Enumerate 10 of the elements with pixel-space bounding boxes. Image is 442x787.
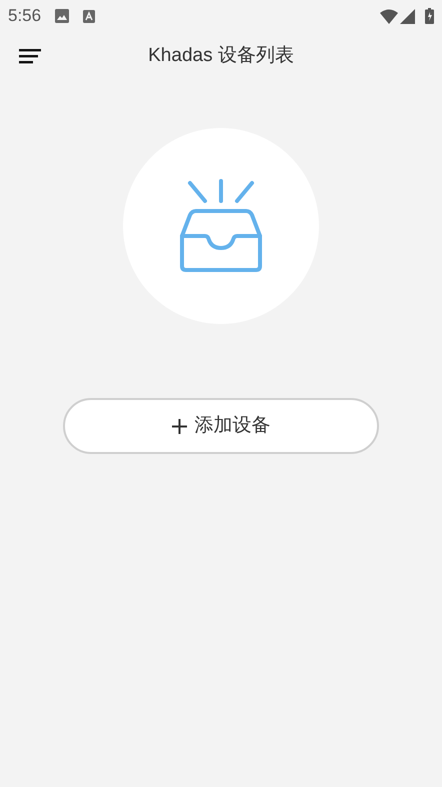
letter-icon <box>83 10 96 22</box>
plus-icon <box>172 418 186 434</box>
signal-icon <box>400 8 415 24</box>
add-device-button[interactable]: 添加设备 <box>63 398 379 454</box>
wifi-icon <box>380 8 398 24</box>
battery-icon <box>425 8 434 24</box>
app-title: Khadas 设备列表 <box>148 44 294 68</box>
menu-icon <box>19 48 41 64</box>
image-icon <box>55 9 70 23</box>
status-time: 5:56 <box>8 5 42 28</box>
